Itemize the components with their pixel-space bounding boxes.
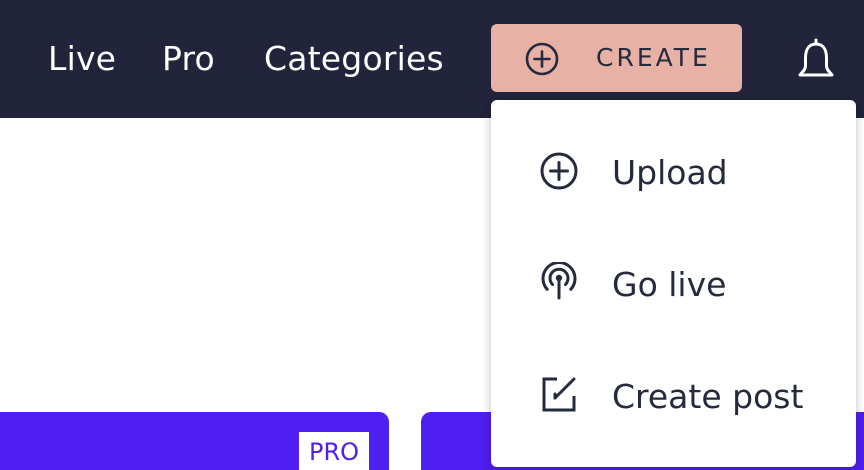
plus-circle-icon xyxy=(525,42,559,76)
nav-link-live[interactable]: Live xyxy=(48,38,116,80)
app: Live Pro Categories CREATE PRO Upload Go… xyxy=(0,0,864,470)
menu-item-go-live[interactable]: Go live xyxy=(491,229,856,341)
menu-item-label: Create post xyxy=(612,377,804,416)
create-button-label: CREATE xyxy=(596,43,711,72)
bell-icon[interactable] xyxy=(796,37,836,81)
plus-circle-icon xyxy=(540,152,578,190)
broadcast-icon xyxy=(541,262,577,300)
nav-link-categories[interactable]: Categories xyxy=(264,38,444,80)
nav-link-pro[interactable]: Pro xyxy=(162,38,215,80)
menu-item-label: Upload xyxy=(612,153,728,192)
menu-item-create-post[interactable]: Create post xyxy=(491,341,856,453)
pro-badge: PRO xyxy=(299,432,369,470)
edit-icon xyxy=(542,377,576,412)
create-dropdown-menu: Upload Go live Create post xyxy=(491,100,856,467)
menu-item-upload[interactable]: Upload xyxy=(491,117,856,229)
menu-item-label: Go live xyxy=(612,265,727,304)
content-card[interactable]: PRO xyxy=(0,412,389,470)
create-button[interactable]: CREATE xyxy=(491,24,742,92)
